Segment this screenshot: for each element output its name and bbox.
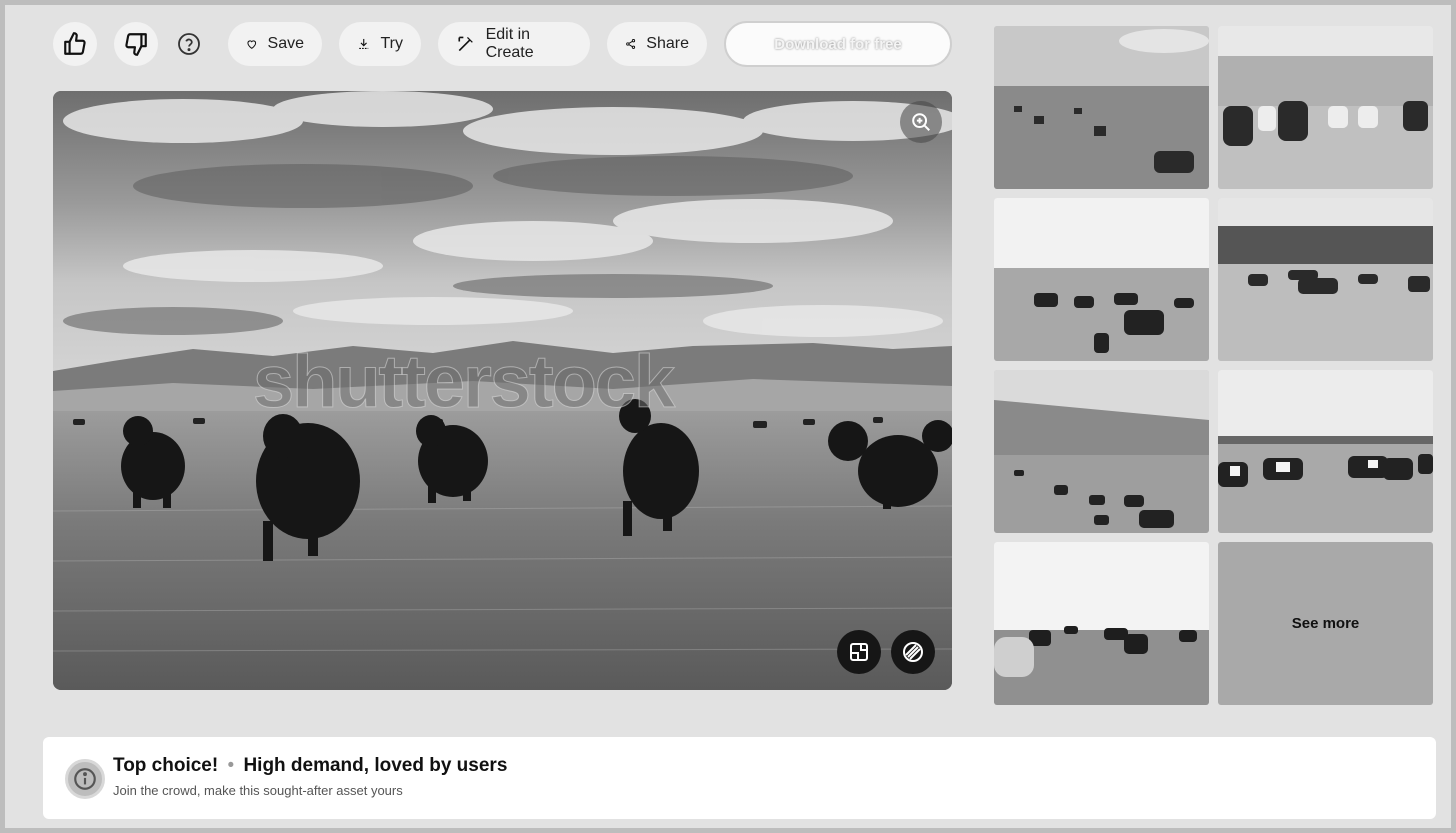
related-image-6[interactable] [1218,370,1433,533]
share-button[interactable]: Share [607,22,707,66]
edit-wand-icon [458,36,473,52]
app-frame: Save Try Edit in Create Share Download f… [0,0,1456,833]
download-for-free-button[interactable]: Download for free [724,21,952,67]
main-image[interactable]: shutterstock [53,91,952,690]
share-label: Share [646,35,689,52]
dislike-button[interactable] [114,22,158,66]
banner-highlight: High demand, loved by users [243,755,508,776]
related-image-7[interactable] [994,542,1209,705]
thumbs-down-icon [125,33,147,56]
related-image-5[interactable] [994,370,1209,533]
related-image-3[interactable] [994,198,1209,361]
heart-icon [247,40,257,49]
edit-label: Edit in Create [485,26,534,61]
save-button[interactable]: Save [228,22,322,66]
related-image-4[interactable] [1218,198,1433,361]
crop-button[interactable] [837,630,881,674]
brush-icon [903,642,923,662]
zoom-button[interactable] [900,101,942,143]
related-image-1[interactable] [994,26,1209,189]
image-toolbar: Save Try Edit in Create Share [53,21,707,67]
top-choice-banner: Top choice! • High demand, loved by user… [43,737,1436,819]
try-label: Try [380,35,403,52]
banner-subtitle: Join the crowd, make this sought-after a… [113,783,403,798]
download-arrow-icon [359,38,369,50]
banner-title: Top choice! • High demand, loved by user… [113,755,507,777]
share-icon [626,39,636,49]
help-button[interactable] [174,29,204,59]
save-label: Save [267,35,304,52]
badge [65,759,105,799]
related-image-2[interactable] [1218,26,1433,189]
like-button[interactable] [53,22,97,66]
crop-icon [850,643,868,661]
banner-title-main: Top choice! [113,755,219,776]
edit-in-create-button[interactable]: Edit in Create [438,22,590,66]
zoom-in-icon [912,113,930,131]
brush-button[interactable] [891,630,935,674]
info-badge-icon [74,768,96,790]
try-button[interactable]: Try [339,22,421,66]
question-circle-icon [178,33,200,55]
thumbs-up-icon [64,32,86,55]
banner-separator: • [227,755,235,776]
see-more-button[interactable]: See more [1218,542,1433,705]
watermark: shutterstock [252,340,675,424]
